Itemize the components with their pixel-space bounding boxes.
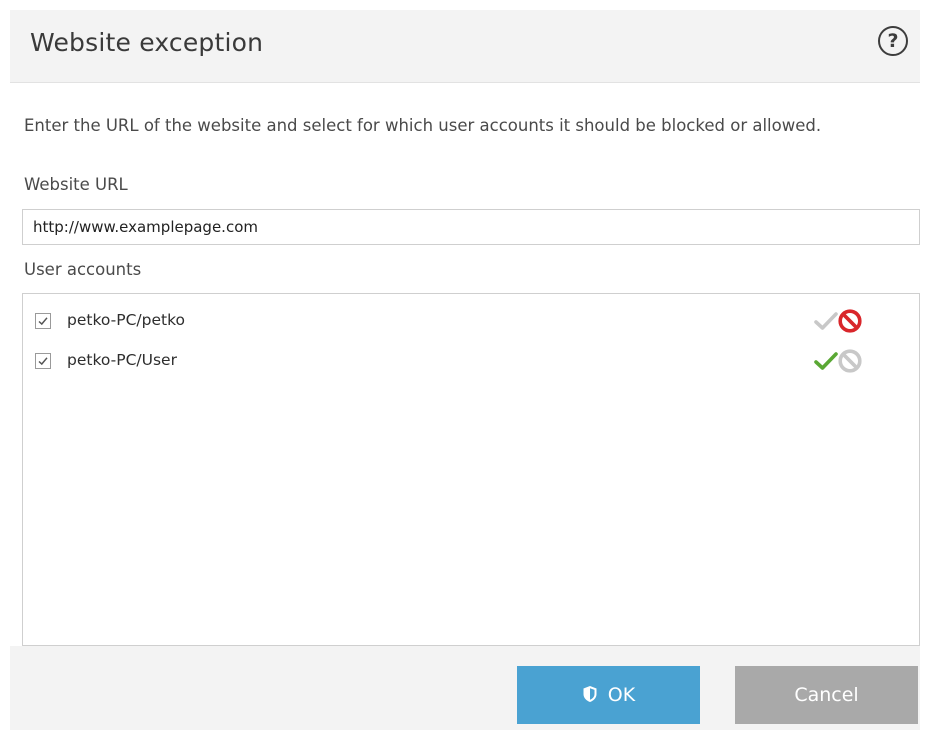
user-checkbox[interactable] (35, 313, 51, 329)
user-account-name: petko-PC/User (67, 351, 177, 369)
user-accounts-label: User accounts (24, 260, 142, 279)
shield-icon (583, 686, 597, 702)
allow-check-icon[interactable] (813, 349, 839, 373)
website-url-label: Website URL (24, 175, 128, 194)
website-url-input[interactable] (22, 209, 920, 245)
checkmark-icon (38, 317, 48, 326)
block-prohibited-icon[interactable] (837, 308, 863, 334)
checkmark-icon (38, 357, 48, 366)
description-text: Enter the URL of the website and select … (24, 116, 822, 135)
list-item: petko-PC/petko (23, 304, 919, 340)
website-exception-dialog: Website exception ? Enter the URL of the… (10, 10, 920, 730)
dialog-footer: OK Cancel (10, 646, 920, 730)
user-account-name: petko-PC/petko (67, 311, 185, 329)
cancel-button[interactable]: Cancel (735, 666, 918, 724)
allow-check-icon[interactable] (813, 309, 839, 333)
user-checkbox[interactable] (35, 353, 51, 369)
list-item: petko-PC/User (23, 344, 919, 380)
ok-button[interactable]: OK (517, 666, 700, 724)
block-prohibited-icon[interactable] (837, 348, 863, 374)
dialog-title: Website exception (30, 28, 264, 57)
question-circle-icon[interactable]: ? (878, 26, 908, 56)
dialog-header: Website exception ? (10, 10, 920, 83)
ok-button-label: OK (607, 684, 636, 706)
user-accounts-list: petko-PC/petko petko-PC/User (22, 293, 920, 646)
